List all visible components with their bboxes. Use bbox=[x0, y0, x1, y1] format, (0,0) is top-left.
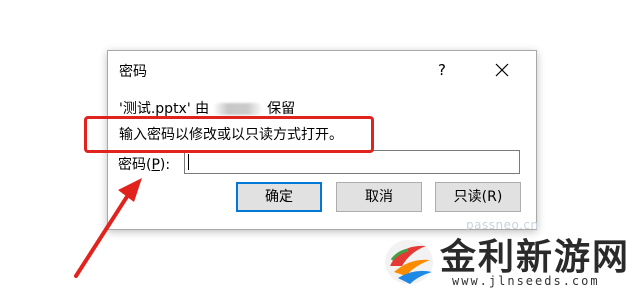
screen: 密码 ? '测试.pptx' 由保留 输入密码以修改或以只读方式打开。 密码(P… bbox=[0, 0, 632, 293]
site-logo-icon bbox=[385, 240, 433, 284]
owner-suffix: 保留 bbox=[267, 101, 296, 117]
reserved-by-text: '测试.pptx' 由 保留 bbox=[119, 98, 295, 118]
watermark-url: www.jlnseeds.com bbox=[452, 274, 600, 288]
red-arrow-icon bbox=[74, 178, 142, 278]
read-only-button[interactable]: 只读(R) bbox=[435, 182, 521, 212]
site-watermark: 金利新游网 www.jlnseeds.com bbox=[380, 226, 632, 293]
close-icon bbox=[495, 63, 509, 77]
password-input[interactable] bbox=[184, 150, 520, 174]
password-accesskey: P bbox=[151, 157, 160, 173]
dialog-titlebar: 密码 ? bbox=[108, 51, 536, 89]
owner-prefix: '测试.pptx' 由 bbox=[119, 101, 210, 117]
dialog-title: 密码 bbox=[119, 64, 147, 80]
text-caret bbox=[188, 154, 189, 170]
close-button[interactable] bbox=[488, 56, 516, 84]
highlight-box bbox=[84, 116, 374, 153]
help-button[interactable]: ? bbox=[432, 58, 452, 82]
cancel-button[interactable]: 取消 bbox=[336, 182, 422, 212]
password-label: 密码(P): bbox=[118, 157, 171, 173]
watermark-title: 金利新游网 bbox=[440, 236, 631, 278]
redacted-owner-name bbox=[213, 103, 264, 115]
ok-button[interactable]: 确定 bbox=[236, 182, 322, 212]
